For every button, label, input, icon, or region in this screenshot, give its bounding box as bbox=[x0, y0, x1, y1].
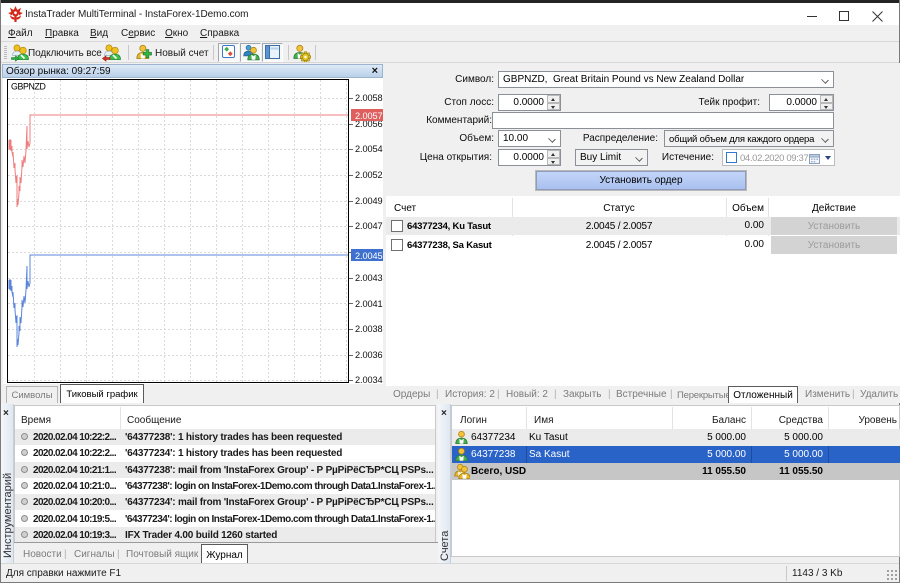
svg-text:2.0045: 2.0045 bbox=[355, 251, 383, 261]
svg-text:2.0058: 2.0058 bbox=[355, 93, 383, 103]
svg-text:2.0043: 2.0043 bbox=[355, 273, 383, 283]
svg-text:2.0049: 2.0049 bbox=[355, 196, 383, 206]
svg-text:2.0036: 2.0036 bbox=[355, 350, 383, 360]
svg-text:GBPNZD: GBPNZD bbox=[11, 82, 46, 92]
svg-text:2.0041: 2.0041 bbox=[355, 299, 383, 309]
svg-text:2.0047: 2.0047 bbox=[355, 221, 383, 231]
svg-text:2.0038: 2.0038 bbox=[355, 324, 383, 334]
svg-text:2.0052: 2.0052 bbox=[355, 170, 383, 180]
svg-text:2.0054: 2.0054 bbox=[355, 144, 383, 154]
svg-text:2.0057: 2.0057 bbox=[355, 111, 383, 121]
svg-text:2.0034: 2.0034 bbox=[355, 375, 383, 384]
